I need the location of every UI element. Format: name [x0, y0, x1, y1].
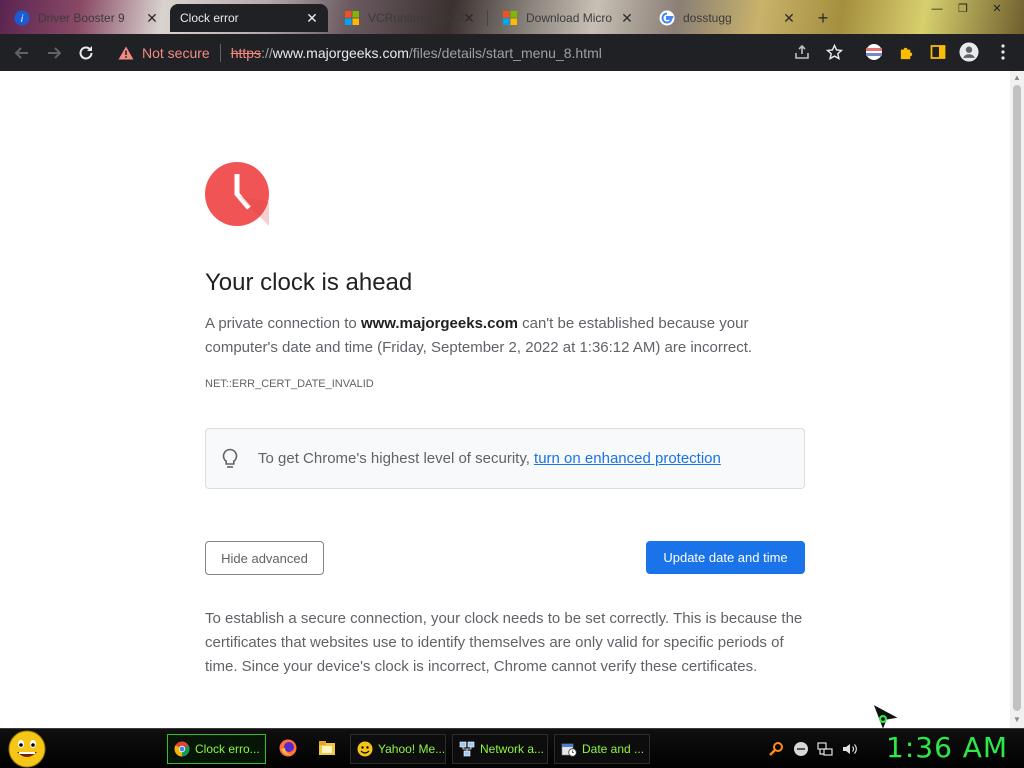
- search-icon[interactable]: [768, 741, 784, 757]
- url-separator: ://: [261, 44, 273, 61]
- url-path: /files/details/start_menu_8.html: [408, 44, 602, 61]
- error-page: Your clock is ahead A private connection…: [0, 71, 1010, 728]
- desc-host: www.majorgeeks.com: [360, 315, 518, 332]
- taskbar-clock[interactable]: 1:36 AM: [886, 731, 1008, 764]
- tab-strip: i Driver Booster 9 ✕ Clock error ✕ VCRun…: [0, 0, 1024, 34]
- security-label: Not secure: [142, 44, 210, 61]
- tab-driver-booster[interactable]: i Driver Booster 9 ✕: [0, 4, 168, 32]
- firefox-icon[interactable]: [279, 739, 297, 757]
- star-icon: [825, 43, 843, 60]
- side-panel-icon: [930, 45, 946, 59]
- forward-button[interactable]: [40, 39, 68, 67]
- puzzle-icon: [900, 47, 912, 59]
- minus-circle-icon[interactable]: [793, 741, 809, 757]
- hide-advanced-button[interactable]: Hide advanced: [205, 541, 324, 575]
- close-icon[interactable]: ✕: [144, 10, 160, 26]
- scroll-up-icon[interactable]: ▲: [1013, 74, 1021, 82]
- tab-clock-error[interactable]: Clock error ✕: [170, 4, 328, 32]
- back-arrow-icon: [14, 47, 28, 59]
- menu-button[interactable]: [993, 42, 1013, 62]
- svg-text:i: i: [21, 14, 24, 25]
- network-tray-icon[interactable]: [817, 741, 833, 757]
- microsoft-icon: [503, 11, 517, 25]
- maximize-button[interactable]: ❐: [954, 2, 972, 16]
- close-icon[interactable]: ✕: [461, 10, 477, 26]
- tab-vcruntime[interactable]: VCRuntime140.dll ✕: [330, 4, 485, 32]
- security-tip-prefix: To get Chrome's highest level of securit…: [258, 450, 535, 467]
- error-description: A private connection to www.majorgeeks.c…: [205, 312, 765, 360]
- error-code: NET::ERR_CERT_DATE_INVALID: [205, 378, 374, 390]
- lightbulb-icon: [222, 448, 238, 468]
- window-close-button[interactable]: ✕: [988, 2, 1006, 16]
- task-label: Date and ...: [582, 742, 645, 756]
- yahoo-messenger-icon: [357, 741, 373, 757]
- share-button[interactable]: [792, 42, 812, 62]
- profile-button[interactable]: [959, 42, 979, 62]
- back-button[interactable]: [8, 39, 36, 67]
- security-tip-box: To get Chrome's highest level of securit…: [205, 428, 805, 489]
- network-icon: [459, 741, 475, 757]
- driver-booster-icon: i: [14, 10, 30, 26]
- share-icon: [795, 44, 809, 59]
- tab-title: Driver Booster 9: [38, 11, 125, 25]
- task-label: Clock erro...: [195, 742, 260, 756]
- minimize-button[interactable]: —: [928, 2, 946, 16]
- url-scheme: https: [230, 44, 262, 61]
- taskbar-item-chrome[interactable]: Clock erro...: [167, 734, 266, 764]
- taskbar: Clock erro... Yahoo! Me... Network a... …: [0, 728, 1024, 768]
- browser-toolbar: Not secure https://www.majorgeeks.com/fi…: [0, 34, 1024, 71]
- omnibox[interactable]: Not secure https://www.majorgeeks.com/fi…: [110, 38, 852, 67]
- security-tip-text: To get Chrome's highest level of securit…: [258, 450, 721, 467]
- url-host: www.majorgeeks.com: [272, 44, 409, 61]
- desc-prefix: A private connection to: [205, 315, 361, 332]
- extensions-button[interactable]: [896, 42, 916, 62]
- scroll-down-icon[interactable]: ▼: [1013, 716, 1021, 724]
- forward-arrow-icon: [48, 47, 62, 59]
- page-scrollbar[interactable]: ▲ ▼: [1010, 71, 1024, 728]
- task-label: Network a...: [480, 742, 545, 756]
- side-panel-button[interactable]: [928, 42, 948, 62]
- enhanced-protection-link[interactable]: turn on enhanced protection: [534, 450, 721, 467]
- start-button-smiley-icon[interactable]: [8, 730, 46, 768]
- volume-icon[interactable]: [842, 741, 858, 757]
- tab-google[interactable]: dosstugg ✕: [645, 4, 805, 32]
- bookmark-button[interactable]: [824, 42, 844, 62]
- avatar-icon: [959, 42, 979, 62]
- reload-icon: [79, 46, 93, 60]
- microsoft-icon: [345, 11, 359, 25]
- tab-title: dosstugg: [683, 11, 732, 25]
- tab-title: Clock error: [180, 11, 239, 25]
- taskbar-item-date-time[interactable]: Date and ...: [554, 734, 650, 764]
- close-icon[interactable]: ✕: [304, 10, 320, 26]
- url-text[interactable]: https://www.majorgeeks.com/files/details…: [221, 45, 602, 61]
- close-icon[interactable]: ✕: [781, 10, 797, 26]
- page-title: Your clock is ahead: [205, 269, 413, 296]
- chrome-icon: [174, 741, 190, 757]
- scrollbar-thumb[interactable]: [1013, 85, 1021, 711]
- task-label: Yahoo! Me...: [378, 742, 446, 756]
- flag-circle-icon: [866, 44, 882, 60]
- clock-error-icon: [205, 162, 269, 226]
- warning-icon: [118, 46, 134, 59]
- date-time-icon: [561, 743, 577, 757]
- update-date-time-button[interactable]: Update date and time: [646, 541, 805, 574]
- taskbar-item-network[interactable]: Network a...: [452, 734, 548, 764]
- google-icon: [659, 10, 675, 26]
- folder-icon[interactable]: [318, 739, 336, 757]
- new-tab-button[interactable]: +: [813, 8, 833, 28]
- explanation-text: To establish a secure connection, your c…: [205, 610, 803, 675]
- taskbar-item-yahoo-messenger[interactable]: Yahoo! Me...: [350, 734, 446, 764]
- security-indicator[interactable]: Not secure: [110, 43, 221, 62]
- kebab-menu-icon: [1001, 44, 1005, 60]
- close-icon[interactable]: ✕: [619, 10, 635, 26]
- profile-extension-button[interactable]: [864, 42, 884, 62]
- reload-button[interactable]: [72, 39, 100, 67]
- tab-download-microsoft[interactable]: Download Micro ✕: [488, 4, 643, 32]
